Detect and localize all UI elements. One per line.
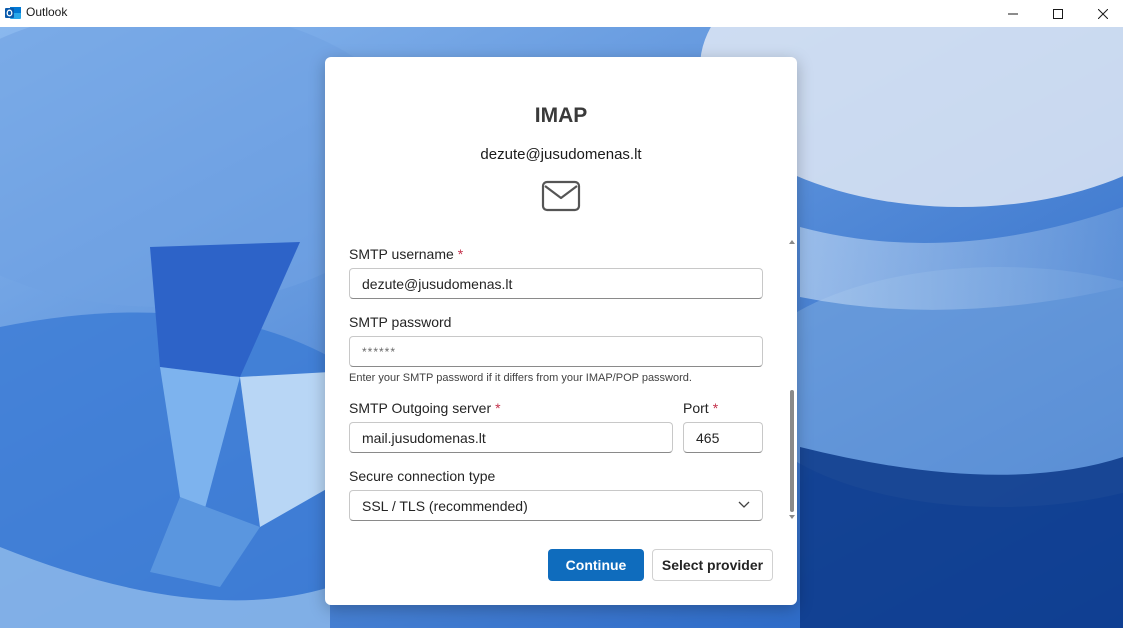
port-input[interactable]: 465 [683, 422, 763, 453]
port-label-text: Port [683, 400, 709, 416]
account-email: dezute@jusudomenas.lt [480, 146, 642, 163]
outlook-logo-icon [5, 7, 21, 19]
continue-button[interactable]: Continue [548, 549, 644, 581]
smtp-username-label: SMTP username * [349, 246, 463, 262]
smtp-password-value: ****** [362, 344, 397, 359]
settings-form[interactable]: SMTP username * dezute@jusudomenas.lt SMT… [325, 237, 797, 525]
scrollbar-thumb[interactable] [790, 390, 794, 512]
smtp-username-label-text: SMTP username [349, 246, 454, 262]
port-label: Port * [683, 400, 718, 416]
port-value: 465 [696, 429, 720, 446]
maximize-icon [1053, 8, 1063, 19]
smtp-username-input[interactable]: dezute@jusudomenas.lt [349, 268, 763, 299]
smtp-password-hint: Enter your SMTP password if it differs f… [349, 372, 692, 384]
secure-connection-select[interactable]: SSL / TLS (recommended) [349, 490, 763, 521]
secure-connection-value: SSL / TLS (recommended) [362, 497, 528, 514]
scroll-up-arrow-icon[interactable] [788, 238, 796, 246]
imap-settings-dialog: IMAP dezute@jusudomenas.lt SMTP username… [325, 57, 797, 605]
required-mark: * [457, 246, 464, 262]
scroll-down-arrow-icon[interactable] [788, 513, 796, 521]
smtp-server-value: mail.jusudomenas.lt [362, 429, 486, 446]
smtp-password-label: SMTP password [349, 314, 452, 330]
required-mark: * [495, 400, 501, 416]
secure-connection-label: Secure connection type [349, 468, 496, 484]
envelope-icon [541, 180, 581, 212]
dialog-title: IMAP [534, 104, 588, 127]
required-mark: * [712, 400, 719, 416]
close-button[interactable] [1080, 0, 1123, 27]
close-icon [1098, 8, 1108, 19]
chevron-down-icon [738, 501, 750, 508]
smtp-server-label: SMTP Outgoing server * [349, 400, 501, 416]
maximize-button[interactable] [1035, 0, 1081, 27]
window-title: Outlook [26, 5, 68, 19]
select-provider-button[interactable]: Select provider [652, 549, 773, 581]
minimize-button[interactable] [990, 0, 1036, 27]
smtp-password-input[interactable]: ****** [349, 336, 763, 367]
smtp-server-label-text: SMTP Outgoing server [349, 400, 492, 416]
minimize-icon [1008, 13, 1018, 14]
smtp-server-input[interactable]: mail.jusudomenas.lt [349, 422, 673, 453]
smtp-username-value: dezute@jusudomenas.lt [362, 275, 513, 292]
title-bar: Outlook [0, 0, 1123, 27]
